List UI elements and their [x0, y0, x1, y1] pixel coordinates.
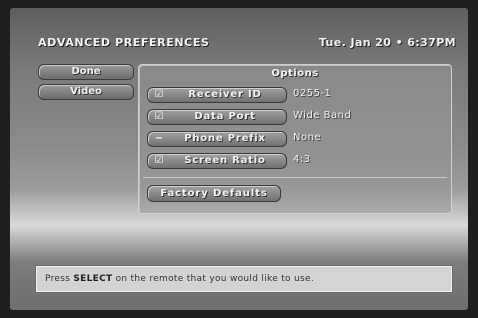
- video-button[interactable]: Video: [38, 84, 134, 100]
- tv-screen: ADVANCED PREFERENCES Tue. Jan 20 • 6:37P…: [10, 8, 468, 310]
- data-port-value: Wide Band: [293, 110, 352, 121]
- receiver-id-button[interactable]: ☑ Receiver ID: [147, 87, 287, 103]
- date-time: Tue. Jan 20 • 6:37PM: [318, 36, 456, 49]
- page-title: ADVANCED PREFERENCES: [38, 36, 210, 49]
- options-panel: Options ☑ Receiver ID 0255-1 ☑ Data Port…: [138, 64, 452, 214]
- help-suffix: on the remote that you would like to use…: [112, 274, 314, 284]
- receiver-id-value: 0255-1: [293, 88, 332, 99]
- help-text: Press SELECT on the remote that you woul…: [45, 267, 314, 291]
- screen-ratio-label: Screen Ratio: [184, 155, 266, 166]
- options-title: Options: [271, 68, 319, 79]
- phone-prefix-button[interactable]: − Phone Prefix: [147, 131, 287, 147]
- help-bar: Press SELECT on the remote that you woul…: [36, 266, 452, 292]
- select-key-label: SELECT: [73, 274, 113, 284]
- checkbox-icon: ☑: [154, 111, 164, 122]
- dash-icon: −: [154, 133, 164, 144]
- phone-prefix-label: Phone Prefix: [184, 133, 266, 144]
- data-port-button[interactable]: ☑ Data Port: [147, 109, 287, 125]
- phone-prefix-value: None: [293, 132, 322, 143]
- done-button[interactable]: Done: [38, 64, 134, 80]
- factory-defaults-button[interactable]: Factory Defaults: [147, 185, 281, 202]
- data-port-label: Data Port: [194, 111, 256, 122]
- checkbox-icon: ☑: [154, 89, 164, 100]
- screen-ratio-button[interactable]: ☑ Screen Ratio: [147, 153, 287, 169]
- option-row-screen-ratio: ☑ Screen Ratio 4:3: [147, 153, 443, 169]
- option-row-phone-prefix: − Phone Prefix None: [147, 131, 443, 147]
- checkbox-icon: ☑: [154, 155, 164, 166]
- screen-ratio-value: 4:3: [293, 154, 311, 165]
- divider: [143, 177, 447, 178]
- receiver-id-label: Receiver ID: [188, 89, 262, 100]
- help-prefix: Press: [45, 274, 74, 284]
- option-row-data-port: ☑ Data Port Wide Band: [147, 109, 443, 125]
- option-row-receiver-id: ☑ Receiver ID 0255-1: [147, 87, 443, 103]
